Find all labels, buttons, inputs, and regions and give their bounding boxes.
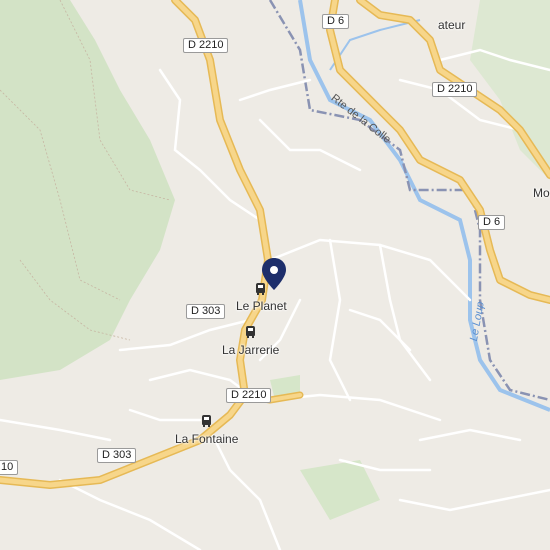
route-shield-d303-mid: D 303 (186, 304, 226, 319)
route-shield-d2210-east: D 2210 (432, 82, 478, 97)
map-view[interactable]: D 6 D 2210 D 2210 D 303 D 2210 D 303 D 6… (0, 0, 550, 550)
route-shield-d2210-south: D 2210 (226, 388, 272, 403)
place-label-le-planet[interactable]: Le Planet (236, 299, 287, 313)
bus-stop-icon[interactable] (202, 415, 211, 427)
forest-area (0, 0, 175, 380)
place-label-la-fontaine[interactable]: La Fontaine (175, 432, 238, 446)
bus-stop-icon[interactable] (256, 283, 265, 295)
route-shield-d303-south: D 303 (97, 448, 137, 463)
route-shield-d6-east: D 6 (478, 215, 506, 230)
place-label-ateur[interactable]: ateur (438, 18, 465, 32)
route-shield-edge: 10 (0, 460, 19, 475)
route-shield-d2210-north: D 2210 (183, 38, 229, 53)
place-label-la-jarrerie[interactable]: La Jarrerie (222, 343, 279, 357)
bus-stop-icon[interactable] (246, 326, 255, 338)
park-patch (300, 460, 380, 520)
place-label-mo[interactable]: Mo (533, 186, 550, 200)
route-shield-d6-top: D 6 (322, 14, 350, 29)
